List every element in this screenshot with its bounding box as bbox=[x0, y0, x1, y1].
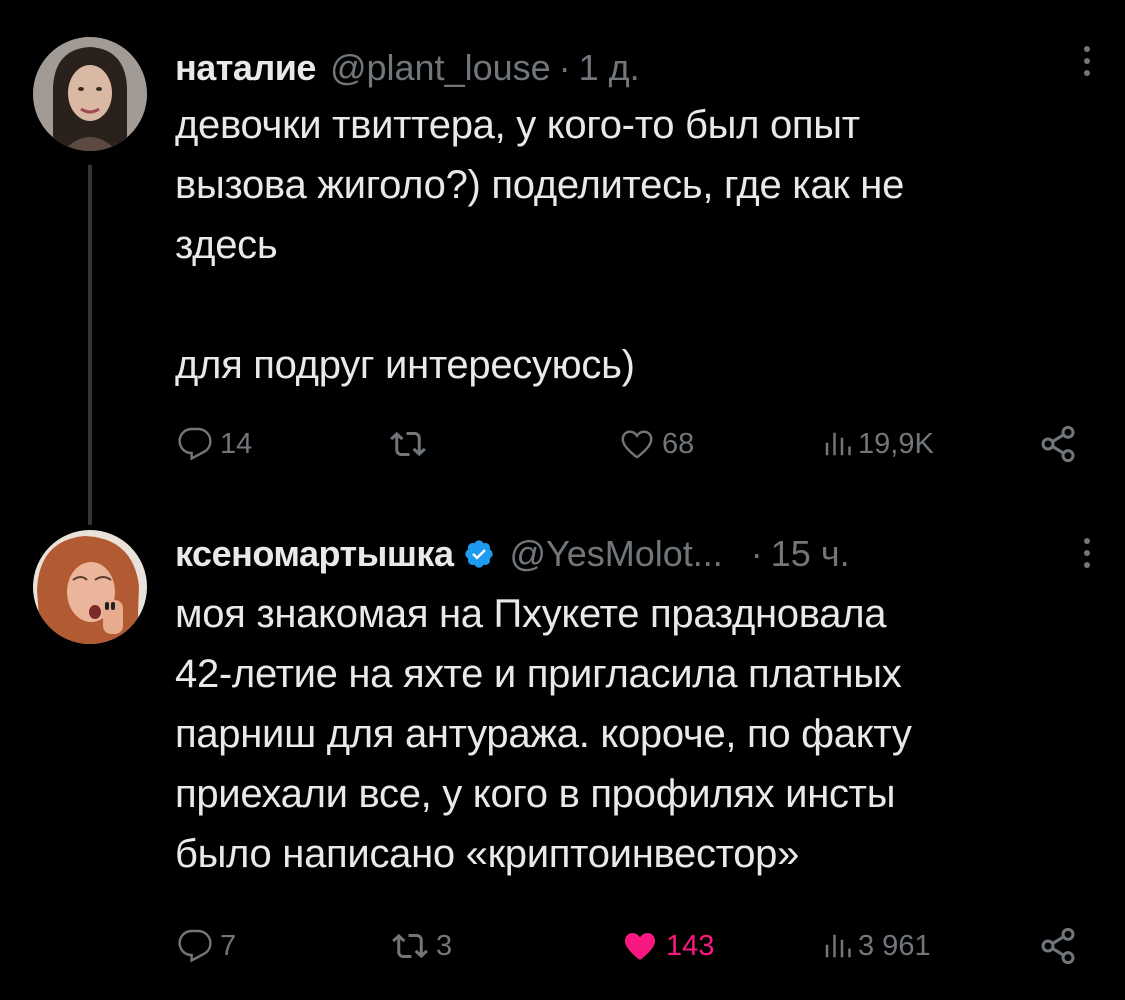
reply-icon bbox=[178, 929, 212, 963]
views-count: 19,9K bbox=[858, 427, 934, 460]
verified-badge-icon bbox=[465, 540, 494, 568]
author-handle[interactable]: @YesMolot... bbox=[509, 533, 722, 575]
retweet-button[interactable] bbox=[388, 422, 434, 466]
like-button[interactable]: 68 bbox=[618, 422, 694, 466]
reply-button[interactable]: 14 bbox=[176, 422, 252, 466]
tweet-2[interactable]: ксеномартышка @YesMolot... · 15 ч. моя з… bbox=[0, 520, 1125, 1000]
share-button[interactable] bbox=[1038, 422, 1078, 466]
share-button[interactable] bbox=[1038, 924, 1078, 968]
separator-dot: · bbox=[750, 533, 763, 574]
avatar-image bbox=[33, 530, 147, 644]
action-bar: 14 68 19,9K bbox=[0, 422, 1125, 466]
reply-count: 7 bbox=[220, 929, 237, 962]
like-count: 68 bbox=[662, 427, 695, 460]
like-button[interactable]: 143 bbox=[620, 924, 714, 968]
reply-icon bbox=[178, 427, 212, 461]
action-bar: 7 3 143 3 961 bbox=[0, 924, 1125, 968]
more-options-icon[interactable] bbox=[1080, 538, 1094, 568]
views-count: 3 961 bbox=[858, 929, 931, 962]
author-name[interactable]: ксеномартышка bbox=[175, 533, 454, 575]
reply-count: 14 bbox=[220, 427, 253, 460]
timestamp[interactable]: 15 ч. bbox=[771, 533, 850, 575]
tweet-header: наталие @plant_louse · 1 д. bbox=[175, 44, 640, 92]
avatar-natalie[interactable] bbox=[33, 37, 147, 151]
views-icon bbox=[825, 432, 851, 456]
thread-connector-line bbox=[88, 165, 92, 525]
tweet-text: девочки твиттера, у кого-то был опыт выз… bbox=[175, 103, 905, 387]
like-count: 143 bbox=[666, 929, 715, 962]
views-button[interactable]: 19,9K bbox=[822, 422, 934, 466]
views-icon bbox=[825, 934, 851, 958]
like-icon bbox=[621, 430, 653, 459]
avatar-ksenomartyshka[interactable] bbox=[33, 530, 147, 644]
author-handle[interactable]: @plant_louse bbox=[330, 47, 551, 89]
reply-button[interactable]: 7 bbox=[176, 924, 236, 968]
retweet-button[interactable]: 3 bbox=[390, 924, 452, 968]
author-name[interactable]: наталие bbox=[175, 47, 316, 89]
share-icon bbox=[1041, 927, 1075, 965]
heart-filled-icon bbox=[624, 933, 656, 960]
avatar-image bbox=[33, 37, 147, 151]
timestamp[interactable]: 1 д. bbox=[579, 47, 640, 89]
separator-dot: · bbox=[558, 47, 571, 88]
retweet-icon bbox=[392, 933, 428, 959]
views-button[interactable]: 3 961 bbox=[822, 924, 931, 968]
tweet-header: ксеномартышка @YesMolot... · 15 ч. bbox=[175, 530, 850, 578]
tweet-text: моя знакомая на Пхукете праздновала 42-л… bbox=[175, 592, 912, 876]
retweet-count: 3 bbox=[436, 929, 453, 962]
retweet-icon bbox=[390, 431, 426, 457]
share-icon bbox=[1041, 425, 1075, 463]
tweet-1[interactable]: наталие @plant_louse · 1 д. девочки твит… bbox=[0, 0, 1125, 525]
more-options-icon[interactable] bbox=[1080, 46, 1094, 76]
